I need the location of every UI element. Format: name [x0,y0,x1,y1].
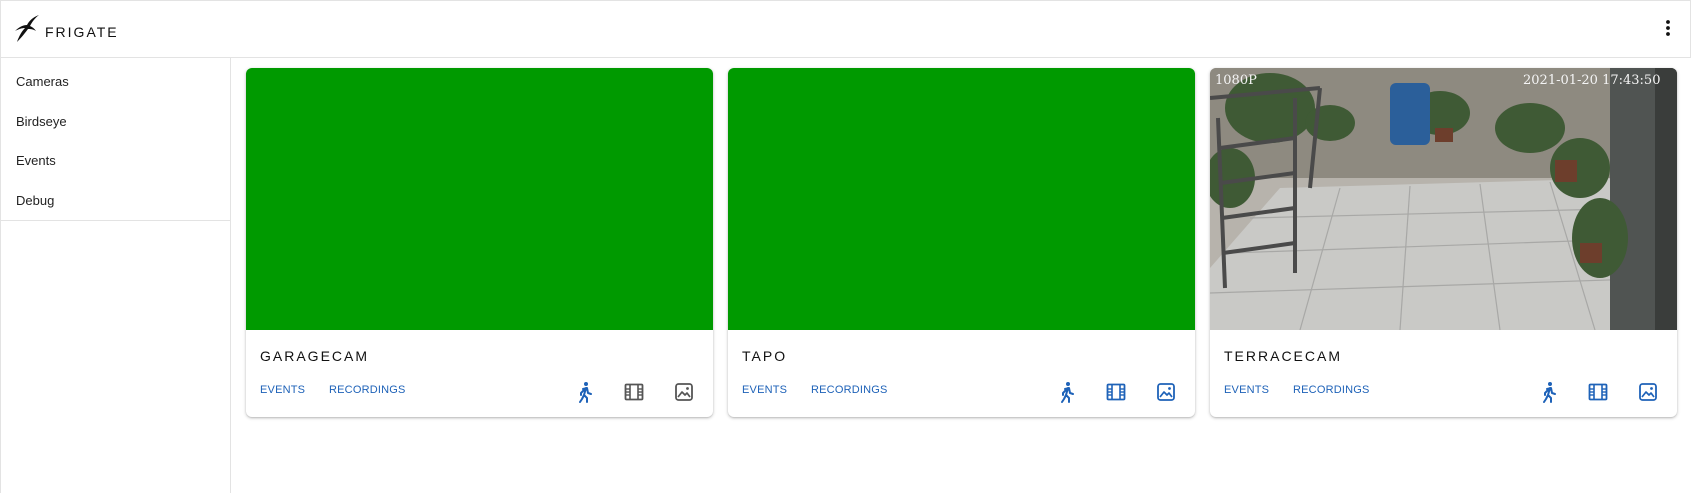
film-icon[interactable] [1104,380,1128,404]
resolution-overlay: 1080P [1215,73,1257,88]
sidebar-nav: Cameras Birdseye Events Debug [1,58,230,221]
frigate-logo-icon [15,15,39,42]
app-header: FRIGATE [0,0,1691,58]
events-link[interactable]: EVENTS [1224,384,1269,396]
events-link[interactable]: EVENTS [260,384,305,396]
recordings-link[interactable]: RECORDINGS [811,384,888,396]
sidebar: Cameras Birdseye Events Debug [0,58,231,493]
person-walking-icon[interactable] [1055,380,1079,404]
person-walking-icon[interactable] [573,380,597,404]
camera-feed-image[interactable]: 1080P 2021-01-20 17:43:50 [1210,68,1677,330]
camera-name: GARAGECAM [260,348,370,364]
recordings-link[interactable]: RECORDINGS [329,384,406,396]
dots-vertical-icon[interactable] [1660,17,1676,39]
camera-card-terracecam: 1080P 2021-01-20 17:43:50 TERRACECAM EVE… [1210,68,1677,417]
timestamp-overlay: 2021-01-20 17:43:50 [1523,73,1660,88]
camera-feed[interactable] [728,68,1195,330]
film-icon[interactable] [1586,380,1610,404]
film-icon[interactable] [622,380,646,404]
camera-card-garagecam: GARAGECAM EVENTS RECORDINGS [246,68,713,417]
camera-name: TAPO [742,348,788,364]
camera-name: TERRACECAM [1224,348,1343,364]
recordings-link[interactable]: RECORDINGS [1293,384,1370,396]
sidebar-item-cameras[interactable]: Cameras [1,62,230,102]
image-icon[interactable] [1154,380,1178,404]
image-icon[interactable] [672,380,696,404]
app-brand: FRIGATE [45,24,119,40]
person-walking-icon[interactable] [1537,380,1561,404]
sidebar-item-events[interactable]: Events [1,141,230,181]
events-link[interactable]: EVENTS [742,384,787,396]
image-icon[interactable] [1636,380,1660,404]
sidebar-item-debug[interactable]: Debug [1,181,230,221]
camera-card-tapo: TAPO EVENTS RECORDINGS [728,68,1195,417]
sidebar-item-birdseye[interactable]: Birdseye [1,102,230,142]
camera-feed[interactable] [246,68,713,330]
